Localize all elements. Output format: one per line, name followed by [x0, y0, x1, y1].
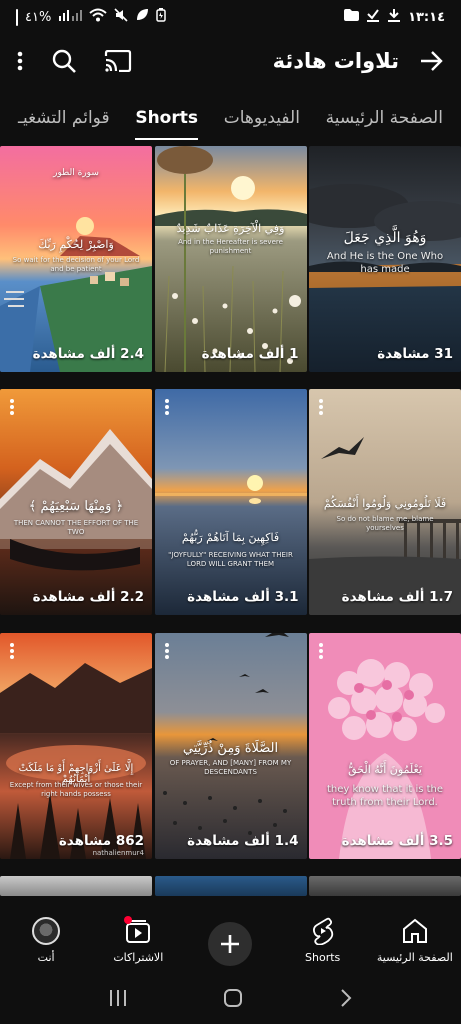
clock: ١٣:١٤ [408, 9, 445, 25]
channel-app-bar: تلاوات هادئة [0, 38, 461, 84]
home-icon [399, 916, 431, 946]
thumbnail-image [154, 146, 307, 372]
caption-english: OF PRAYER, AND [MANY] FROM MY DESCENDANT… [169, 758, 292, 776]
battery-saver-icon [156, 8, 167, 26]
caption-english: "JOYFULLY" RECEIVING WHAT THEIR LORD WIL… [168, 551, 293, 569]
shorts-icon [307, 916, 339, 946]
short-thumbnail[interactable]: فَلَا تَلُومُونِي وَلُومُوا أَنْفُسَكُمْ… [309, 389, 461, 616]
caption-arabic: وَفِي الْآخِرَةِ عَذَابٌ شَدِيدٌ [176, 222, 285, 235]
short-thumbnail[interactable]: ﴿ وَمِنْهَا سَبْعِيَهُمْ ﴾ THEN CANNOT T… [0, 389, 152, 616]
top-caption: سورة الطور [53, 168, 99, 178]
view-count: 3.1 ألف مشاهدة [187, 589, 299, 606]
short-thumbnail[interactable]: الصَّلَاةَ وَمِنْ ذُرِّيَّتِي OF PRAYER,… [154, 632, 307, 859]
wifi-icon [89, 8, 107, 26]
status-right: ١٣:١٤ [344, 8, 445, 26]
short-thumbnail[interactable]: سورة الطور وَاصْبِرْ لِحُكْمِ رَبِّكَ So… [0, 146, 152, 372]
thumbnail-image [154, 389, 307, 616]
short-thumbnail[interactable]: فَاكِهِينَ بِمَا آتَاهُمْ رَبُّهُمْ "JOY… [154, 389, 307, 616]
mute-icon [114, 8, 128, 26]
tab-shorts[interactable]: Shorts [135, 96, 198, 140]
avatar-icon [30, 916, 62, 946]
create-plus-icon [208, 922, 253, 966]
bottom-navigation: أنت الاشتراكات Shorts الصفحة الرئيسية [0, 910, 461, 976]
short-thumbnail[interactable]: يَعْلَمُونَ أَنَّهُ الْحَقُّ they know t… [309, 632, 461, 859]
watermark: nathalienmur4 [92, 848, 144, 857]
nav-create[interactable] [190, 916, 270, 966]
caption-english: So wait for the decision of your Lord an… [12, 256, 140, 274]
nav-you-label: أنت [37, 951, 55, 964]
short-thumbnail[interactable]: إِلَّا عَلَىٰ أَزْوَاجِهِمْ أَوْ مَا مَل… [0, 632, 152, 859]
battery-percent: %٤١ [25, 9, 52, 25]
caption-english: And in the Hereafter is severe punishmen… [178, 238, 283, 256]
system-navigation-bar [0, 976, 461, 1024]
caption-english: they know that it is the truth from thei… [326, 783, 444, 808]
view-count: 31 مشاهدة [377, 346, 453, 362]
tab-videos[interactable]: الفيديوهات [224, 96, 300, 140]
title-group: تلاوات هادئة [273, 47, 445, 75]
home-button-icon[interactable] [223, 988, 243, 1012]
nav-home[interactable]: الصفحة الرئيسية [375, 916, 455, 964]
view-count: 2.2 ألف مشاهدة [32, 589, 144, 606]
short-thumbnail-partial[interactable] [309, 875, 461, 896]
leaf-icon [135, 8, 149, 26]
signal-icon [58, 9, 83, 25]
channel-tabs: قوائم التشغيـ Shorts الفيديوهات الصفحة ا… [0, 96, 461, 140]
battery-icon [16, 8, 18, 26]
shorts-grid: سورة الطور وَاصْبِرْ لِحُكْمِ رَبِّكَ So… [0, 146, 461, 910]
caption-arabic: فَاكِهِينَ بِمَا آتَاهُمْ رَبُّهُمْ [181, 531, 280, 545]
caption-english: So do not blame me, blame yourselves [336, 515, 434, 533]
nav-subscriptions-label: الاشتراكات [113, 951, 164, 964]
download-icon [387, 8, 401, 26]
tab-home[interactable]: الصفحة الرئيسية [326, 96, 443, 140]
thumbnail-image [0, 632, 152, 859]
more-vert-icon[interactable] [164, 399, 171, 416]
nav-subscriptions[interactable]: الاشتراكات [98, 916, 178, 964]
thumbnail-image [309, 632, 461, 859]
view-count: 1.7 ألف مشاهدة [341, 589, 453, 606]
cast-icon[interactable] [104, 47, 132, 75]
short-thumbnail[interactable]: وَفِي الْآخِرَةِ عَذَابٌ شَدِيدٌ And in … [154, 146, 307, 372]
nav-shorts[interactable]: Shorts [283, 916, 363, 964]
view-count: 1 ألف مشاهدة [201, 346, 299, 362]
view-count: 3.5 ألف مشاهدة [341, 832, 453, 849]
search-icon[interactable] [50, 47, 78, 75]
caption-arabic: الصَّلَاةَ وَمِنْ ذُرِّيَّتِي [182, 740, 279, 756]
more-vert-icon[interactable] [10, 399, 16, 416]
recents-icon[interactable] [108, 989, 128, 1011]
view-count: 2.4 ألف مشاهدة [32, 346, 144, 362]
back-icon[interactable] [339, 988, 353, 1012]
more-vert-icon[interactable] [16, 47, 24, 75]
view-count: 862 مشاهدة [58, 832, 144, 849]
short-thumbnail[interactable]: وَهُوَ الَّذِي جَعَلَ And He is the One … [309, 146, 461, 372]
status-left: %٤١ [16, 8, 167, 26]
tab-playlists[interactable]: قوائم التشغيـ [18, 96, 110, 140]
more-vert-icon[interactable] [164, 642, 171, 659]
caption-english: THEN CANNOT THE EFFORT OF THE TWO [13, 519, 139, 537]
download-done-icon [366, 8, 380, 26]
short-thumbnail-partial[interactable] [0, 875, 152, 896]
channel-title: تلاوات هادئة [272, 49, 399, 73]
caption-arabic: يَعْلَمُونَ أَنَّهُ الْحَقُّ [348, 762, 422, 776]
arrow-forward-icon[interactable] [417, 47, 445, 75]
nav-home-label: الصفحة الرئيسية [376, 951, 453, 964]
folder-icon [344, 9, 360, 25]
caption-arabic: ﴿ وَمِنْهَا سَبْعِيَهُمْ ﴾ [28, 499, 124, 515]
caption-arabic: فَلَا تَلُومُونِي وَلُومُوا أَنْفُسَكُمْ [323, 497, 447, 511]
caption-arabic: وَاصْبِرْ لِحُكْمِ رَبِّكَ [38, 238, 114, 251]
more-vert-icon[interactable] [319, 642, 325, 659]
caption-english: Except from their wives or those their r… [9, 780, 143, 798]
short-thumbnail-partial[interactable] [154, 875, 307, 896]
caption-arabic: وَهُوَ الَّذِي جَعَلَ [343, 230, 427, 246]
nav-you[interactable]: أنت [6, 916, 86, 964]
caption-english: And He is the One Who has made [326, 251, 444, 275]
status-bar: %٤١ ١٣:١٤ [0, 0, 461, 34]
app-bar-actions [16, 47, 132, 75]
nav-shorts-label: Shorts [305, 951, 341, 964]
more-vert-icon[interactable] [319, 399, 325, 416]
view-count: 1.4 ألف مشاهدة [187, 832, 299, 849]
subscriptions-icon [122, 916, 154, 946]
more-vert-icon[interactable] [10, 642, 16, 659]
